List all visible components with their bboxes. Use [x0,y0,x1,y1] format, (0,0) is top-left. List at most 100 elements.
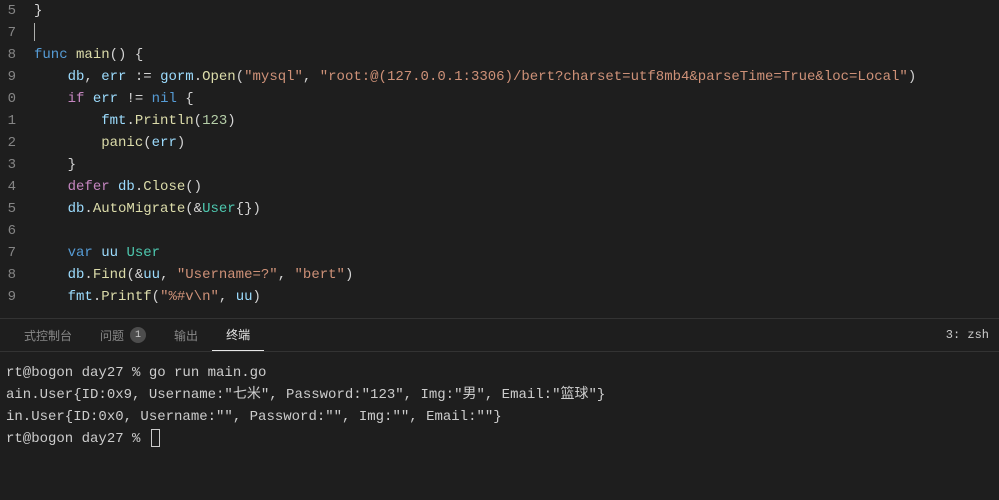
code-line[interactable]: var uu User [34,242,999,264]
code-token: fmt [68,289,93,305]
code-token: Printf [101,289,151,305]
code-line[interactable]: fmt.Printf("%#v\n", uu) [34,286,999,308]
code-token: ) [908,69,916,85]
code-token [34,91,68,107]
code-token: (& [185,201,202,217]
code-token: } [68,157,76,173]
code-token: , [278,267,295,283]
code-token: "%#v\n" [160,289,219,305]
code-token: "Username=?" [177,267,278,283]
code-line[interactable]: func main() { [34,44,999,66]
code-token: fmt [101,113,126,129]
line-number: 8 [0,264,16,286]
code-token: ) [253,289,261,305]
code-line[interactable]: db, err := gorm.Open("mysql", "root:@(12… [34,66,999,88]
code-token [68,47,76,63]
code-token: { [185,91,193,107]
code-token: ( [194,113,202,129]
code-token: Find [93,267,127,283]
code-token: err [152,135,177,151]
code-token: func [34,47,68,63]
code-token: := [135,69,160,85]
code-token: main [76,47,110,63]
code-token: "bert" [295,267,345,283]
line-number: 9 [0,66,16,88]
line-number: 7 [0,242,16,264]
code-token: () [185,179,202,195]
code-token: db [68,201,85,217]
code-token: () { [110,47,144,63]
code-token: err [101,69,126,85]
code-editor[interactable]: 57890123456789 }func main() { db, err :=… [0,0,999,318]
code-token: db [68,267,85,283]
code-line[interactable] [34,22,999,44]
line-number: 7 [0,22,16,44]
code-token: db [68,69,85,85]
code-token: panic [101,135,143,151]
code-token: ) [227,113,235,129]
code-token: , [219,289,236,305]
code-line[interactable]: fmt.Println(123) [34,110,999,132]
code-line[interactable]: panic(err) [34,132,999,154]
code-line[interactable] [34,220,999,242]
code-token: , [84,69,101,85]
problems-count-badge: 1 [130,327,146,343]
code-token [34,135,101,151]
line-number: 6 [0,220,16,242]
code-line[interactable]: if err != nil { [34,88,999,110]
tab-label: 输出 [174,327,198,344]
code-token: Println [135,113,194,129]
tab-problems[interactable]: 问题 1 [86,319,160,351]
code-token: var [68,245,93,261]
code-line[interactable]: } [34,154,999,176]
code-token: ( [143,135,151,151]
code-token: ( [152,289,160,305]
code-token: . [194,69,202,85]
line-number: 1 [0,110,16,132]
code-token: {}) [236,201,261,217]
terminal-output[interactable]: rt@bogon day27 % go run main.goain.User{… [0,352,999,500]
line-number-gutter: 57890123456789 [0,0,20,318]
code-token: "root:@(127.0.0.1:3306)/bert?charset=utf… [320,69,908,85]
code-content[interactable]: }func main() { db, err := gorm.Open("mys… [20,0,999,318]
code-line[interactable]: defer db.Close() [34,176,999,198]
code-token: . [93,289,101,305]
tab-terminal[interactable]: 终端 [212,319,264,351]
code-token [93,245,101,261]
terminal-line: rt@bogon day27 % [6,428,993,450]
code-line[interactable]: } [34,0,999,22]
code-token: 123 [202,113,227,129]
terminal-selector-label: 3: zsh [946,328,989,342]
terminal-line: in.User{ID:0x0, Username:"", Password:""… [6,406,993,428]
code-token [34,113,101,129]
code-token: User [202,201,236,217]
code-token [84,91,92,107]
code-token: if [68,91,85,107]
code-line[interactable]: db.AutoMigrate(&User{}) [34,198,999,220]
code-token: . [135,179,143,195]
tab-debug-console[interactable]: 式控制台 [10,319,86,351]
code-token: ) [345,267,353,283]
code-token: uu [101,245,118,261]
code-token: Open [202,69,236,85]
tab-output[interactable]: 输出 [160,319,212,351]
tab-label: 式控制台 [24,327,72,344]
code-token: } [34,3,42,19]
code-token [34,289,68,305]
code-token: . [84,267,92,283]
code-token: , [303,69,320,85]
line-number: 8 [0,44,16,66]
line-number: 4 [0,176,16,198]
code-token: db [118,179,135,195]
tab-label: 终端 [226,326,250,343]
code-token [34,69,68,85]
code-line[interactable]: db.Find(&uu, "Username=?", "bert") [34,264,999,286]
code-token: ( [236,69,244,85]
bottom-panel-tabs: 式控制台 问题 1 输出 终端 3: zsh [0,318,999,352]
line-number: 0 [0,88,16,110]
line-number: 5 [0,198,16,220]
terminal-selector[interactable]: 3: zsh [946,328,989,342]
code-token: err [93,91,118,107]
editor-cursor [34,23,35,41]
code-token [34,201,68,217]
